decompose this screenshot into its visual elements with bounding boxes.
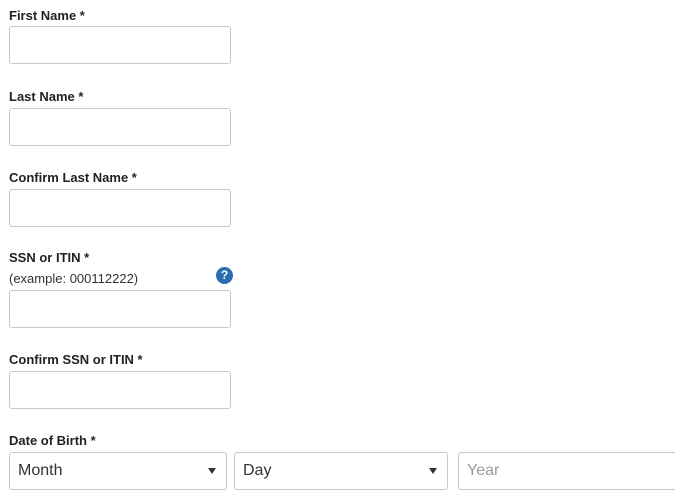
confirm-last-name-input[interactable] [9, 189, 231, 227]
question-circle-icon[interactable]: ? [216, 267, 233, 284]
month-select-value: Month [18, 462, 63, 479]
ssn-label: SSN or ITIN * [9, 250, 90, 265]
year-input[interactable]: Year [458, 452, 675, 490]
confirm-last-name-label: Confirm Last Name * [9, 170, 137, 185]
month-select[interactable]: Month [9, 452, 227, 490]
ssn-example-hint: (example: 000112222) [9, 271, 139, 286]
first-name-input[interactable] [9, 26, 231, 64]
ssn-input[interactable] [9, 290, 231, 328]
chevron-down-icon [208, 468, 216, 474]
date-of-birth-label: Date of Birth * [9, 433, 96, 448]
confirm-ssn-input[interactable] [9, 371, 231, 409]
first-name-label: First Name * [9, 8, 85, 23]
day-select[interactable]: Day [234, 452, 448, 490]
year-placeholder: Year [467, 462, 500, 479]
confirm-ssn-label: Confirm SSN or ITIN * [9, 352, 143, 367]
chevron-down-icon [429, 468, 437, 474]
day-select-value: Day [243, 462, 272, 479]
last-name-label: Last Name * [9, 89, 84, 104]
last-name-input[interactable] [9, 108, 231, 146]
